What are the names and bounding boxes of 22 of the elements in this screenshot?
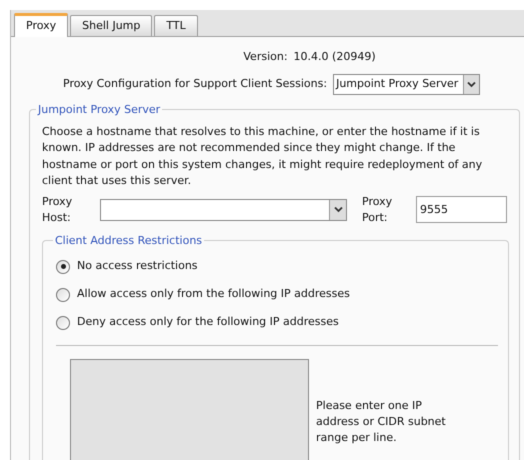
radio-label: Allow access only from the following IP addresses — [77, 286, 350, 302]
proxy-port-field[interactable]: 9555 — [416, 196, 507, 223]
chevron-down-icon — [467, 80, 476, 88]
proxy-configuration-label: Proxy Configuration for Support Client Sessions: — [63, 76, 328, 92]
version-label: Version: — [243, 49, 288, 65]
proxy-host-dropdown[interactable] — [100, 198, 347, 220]
version-value: 10.4.0 (20949) — [294, 49, 376, 65]
proxy-port-label: Proxy Port: — [362, 194, 394, 226]
radio-button[interactable] — [56, 288, 70, 302]
radio-label: Deny access only for the following IP addresses — [77, 314, 339, 330]
tab[interactable]: Shell Jump — [70, 15, 152, 36]
proxy-configuration-dropdown[interactable]: Jumpoint Proxy Server — [333, 74, 480, 94]
radio-label: No access restrictions — [77, 258, 198, 274]
chevron-down-icon — [334, 206, 342, 213]
help-text: Please enter one IP address or CIDR subnet range per line. — [316, 398, 446, 446]
proxy-host-label: Proxy Host: — [42, 194, 74, 226]
group-title: Jumpoint Proxy Server — [36, 102, 162, 118]
tab[interactable]: Proxy — [14, 13, 68, 37]
radio-button[interactable] — [56, 260, 70, 274]
radio-button[interactable] — [56, 316, 70, 330]
description-text: Choose a hostname that resolves to this machine, or enter the hostname if it is known. IP addresses are not recommended since they might change. If the hostname or port on this system changes, it might require redeployment of any client that uses this server. — [42, 124, 484, 189]
tab[interactable]: TTL — [154, 15, 198, 36]
